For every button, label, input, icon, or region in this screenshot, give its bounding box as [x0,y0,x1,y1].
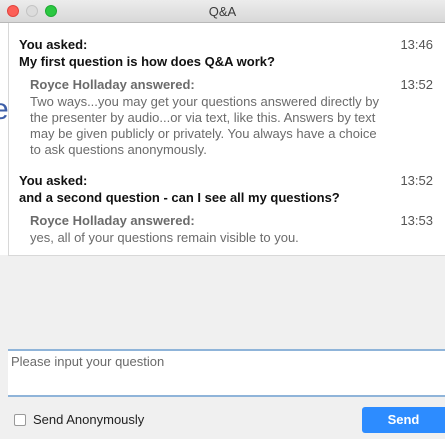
send-button[interactable]: Send [362,407,445,433]
thread-left-border [8,23,445,255]
bottom-bar: Send Anonymously Send [0,398,445,439]
title-bar: Q&A [0,0,445,23]
thread-divider [8,255,445,256]
window-title: Q&A [208,4,237,19]
send-anonymously-checkbox[interactable] [14,414,26,426]
question-input[interactable]: Please input your question [8,349,445,397]
send-anonymously-label[interactable]: Send Anonymously [33,412,144,427]
qa-window: Q&A e You asked: 13:46 My first question… [0,0,445,439]
question-input-placeholder: Please input your question [11,354,165,369]
